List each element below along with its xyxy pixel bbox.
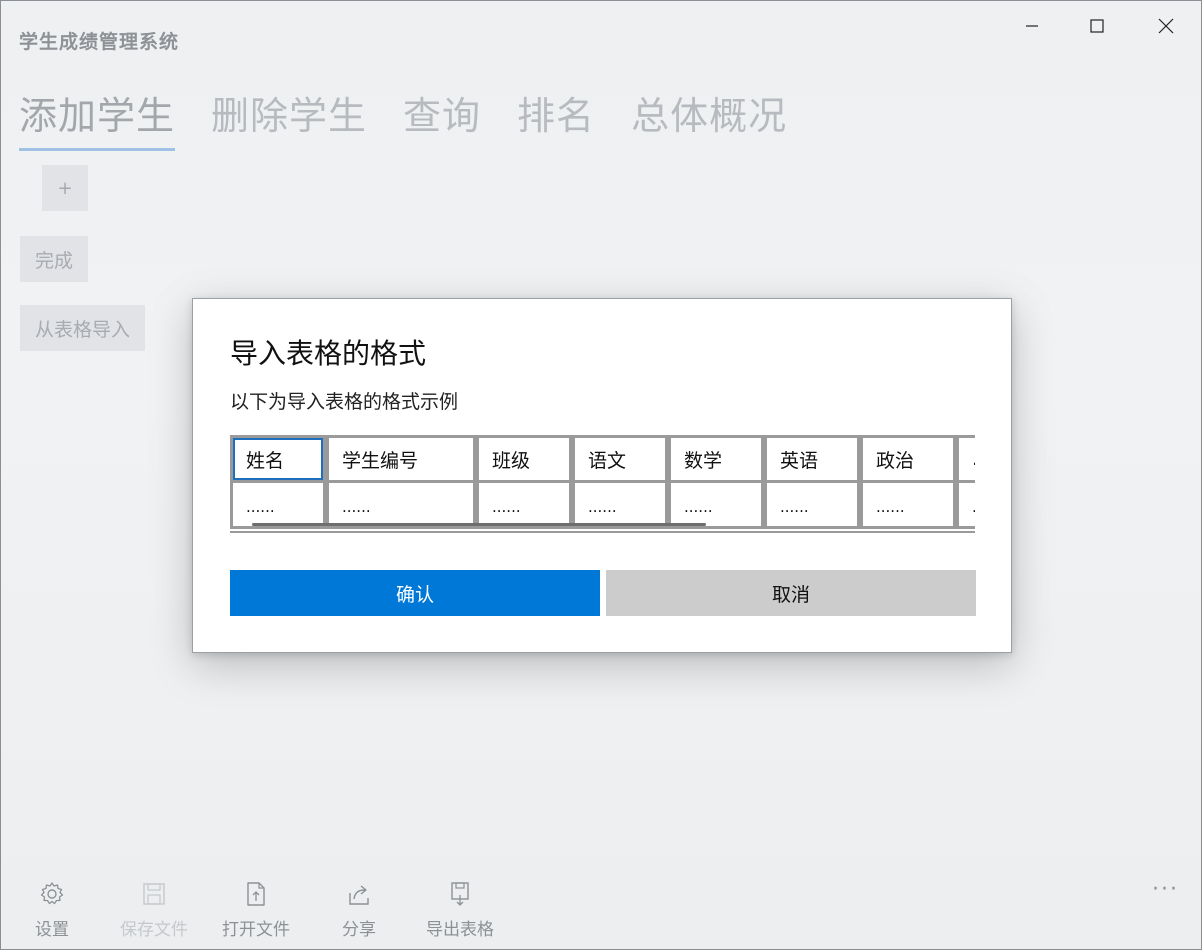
- gear-icon: [40, 882, 64, 905]
- share-icon: [349, 885, 369, 905]
- tab-overview[interactable]: 总体概况: [631, 85, 787, 151]
- format-sample-table[interactable]: 姓名 学生编号 班级 语文 数学 英语 政治 ... ...... ......…: [230, 435, 975, 533]
- share-label: 分享: [342, 920, 376, 940]
- save-file-label: 保存文件: [120, 920, 188, 940]
- tab-ranking[interactable]: 排名: [517, 85, 595, 151]
- tab-delete-student[interactable]: 删除学生: [211, 85, 367, 151]
- settings-label: 设置: [35, 920, 69, 940]
- minimize-icon: [1026, 25, 1038, 27]
- dialog-description: 以下为导入表格的格式示例: [230, 391, 459, 413]
- tab-query[interactable]: 查询: [403, 85, 481, 151]
- save-file-button[interactable]: 保存文件: [120, 881, 188, 940]
- header-cell[interactable]: 英语: [764, 435, 860, 483]
- close-icon: [1158, 18, 1174, 34]
- more-options-button[interactable]: ···: [1152, 877, 1179, 902]
- import-format-dialog: 导入表格的格式 以下为导入表格的格式示例 姓名 学生编号 班级 语文 数学 英语…: [192, 298, 1012, 653]
- header-cell[interactable]: 政治: [860, 435, 956, 483]
- export-table-label: 导出表格: [426, 920, 494, 940]
- title-bar: 学生成绩管理系统: [1, 1, 1201, 61]
- open-file-button[interactable]: 打开文件: [222, 881, 290, 940]
- data-cell[interactable]: ...: [956, 483, 975, 529]
- minimize-button[interactable]: [998, 1, 1066, 51]
- header-cell[interactable]: 数学: [668, 435, 764, 483]
- save-icon: [143, 883, 165, 905]
- share-button[interactable]: 分享: [342, 881, 376, 940]
- format-grid: 姓名 学生编号 班级 语文 数学 英语 政治 ... ...... ......…: [230, 435, 975, 529]
- add-row-button[interactable]: +: [42, 165, 88, 211]
- open-file-label: 打开文件: [222, 920, 290, 940]
- header-cell[interactable]: 班级: [476, 435, 572, 483]
- main-tabs: 添加学生 删除学生 查询 排名 总体概况: [19, 85, 823, 151]
- dialog-title: 导入表格的格式: [230, 337, 427, 370]
- cancel-button[interactable]: 取消: [606, 570, 976, 616]
- data-cell[interactable]: ......: [860, 483, 956, 529]
- app-title: 学生成绩管理系统: [19, 31, 180, 53]
- data-cell[interactable]: ......: [764, 483, 860, 529]
- export-table-button[interactable]: 导出表格: [426, 881, 494, 940]
- confirm-button[interactable]: 确认: [230, 570, 600, 616]
- close-button[interactable]: [1132, 1, 1200, 51]
- maximize-button[interactable]: [1063, 1, 1131, 51]
- done-button[interactable]: 完成: [20, 236, 89, 282]
- table-header-row: 姓名 学生编号 班级 语文 数学 英语 政治 ...: [230, 435, 975, 483]
- header-cell[interactable]: 语文: [572, 435, 668, 483]
- app-window: 学生成绩管理系统 添加学生 删除学生 查询 排名 总体概况 + 完成 从表格导入…: [0, 0, 1202, 950]
- tab-add-student[interactable]: 添加学生: [19, 85, 176, 151]
- export-icon: [451, 882, 469, 906]
- header-cell[interactable]: 姓名: [230, 435, 326, 483]
- header-cell[interactable]: ...: [956, 435, 975, 483]
- horizontal-scrollbar[interactable]: [252, 523, 706, 526]
- import-from-table-button[interactable]: 从表格导入: [20, 305, 146, 351]
- header-cell[interactable]: 学生编号: [326, 435, 476, 483]
- maximize-icon: [1090, 19, 1104, 33]
- command-bar: 设置 保存文件 打开文件 分享 导出表格 ···: [1, 869, 1201, 949]
- open-file-icon: [247, 882, 265, 906]
- settings-button[interactable]: 设置: [35, 881, 69, 940]
